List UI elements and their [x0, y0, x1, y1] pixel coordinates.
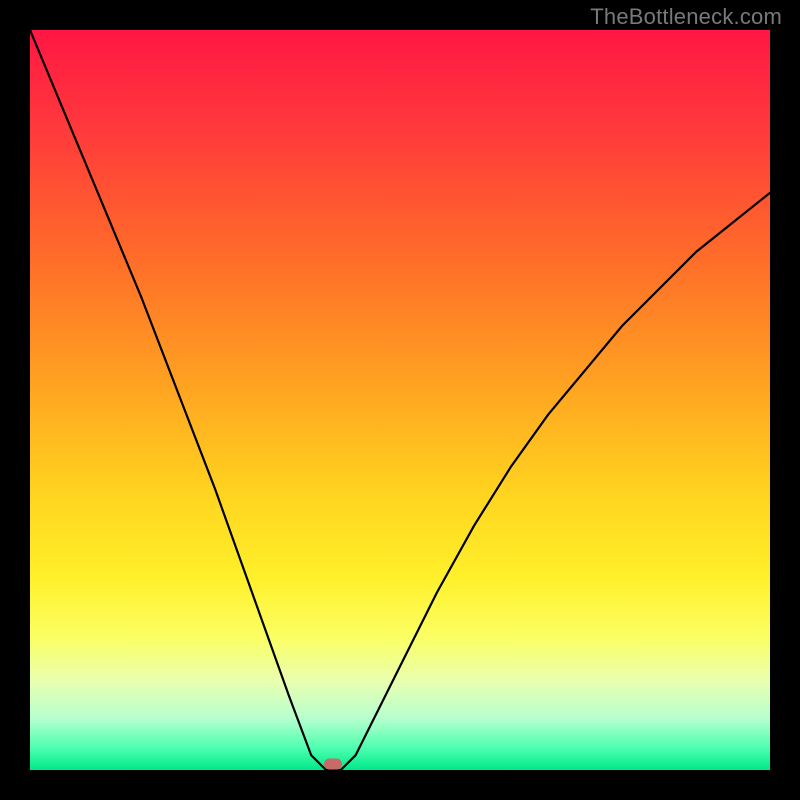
- optimum-marker: [324, 759, 342, 770]
- bottleneck-curve: [30, 30, 770, 770]
- chart-frame: TheBottleneck.com: [0, 0, 800, 800]
- curve-path: [30, 30, 770, 770]
- watermark-text: TheBottleneck.com: [590, 4, 782, 30]
- plot-area: [30, 30, 770, 770]
